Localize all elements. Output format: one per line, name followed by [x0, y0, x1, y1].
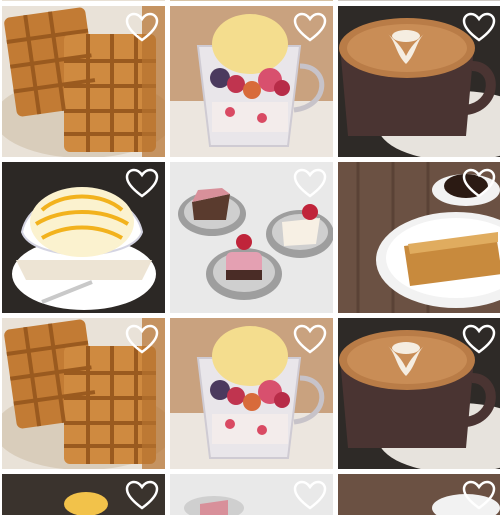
favorite-heart-icon[interactable]: [293, 324, 327, 355]
photo-tile-mini-cakes[interactable]: [170, 474, 333, 515]
photo-tile-ice-cream-parfait[interactable]: [170, 0, 333, 1]
photo-tile-waffles[interactable]: [2, 0, 165, 1]
favorite-heart-icon[interactable]: [125, 324, 159, 355]
photo-tile-latte-art[interactable]: [338, 6, 500, 157]
photo-tile-toast-plate[interactable]: [338, 162, 500, 313]
waffles-photo: [2, 0, 165, 1]
photo-tile-waffles[interactable]: [2, 6, 165, 157]
photo-grid: [2, 0, 500, 515]
photo-tile-ice-cream-parfait[interactable]: [170, 318, 333, 469]
photo-tile-ice-cream-parfait[interactable]: [170, 6, 333, 157]
photo-tile-toast-plate[interactable]: [338, 474, 500, 515]
favorite-heart-icon[interactable]: [125, 12, 159, 43]
favorite-heart-icon[interactable]: [125, 168, 159, 199]
favorite-heart-icon[interactable]: [462, 12, 496, 43]
photo-tile-latte-art[interactable]: [338, 0, 500, 1]
favorite-heart-icon[interactable]: [462, 480, 496, 511]
favorite-heart-icon[interactable]: [462, 168, 496, 199]
latte-photo: [338, 0, 500, 1]
parfait-photo: [170, 0, 333, 1]
photo-tile-mango-shaved-ice[interactable]: [2, 162, 165, 313]
photo-tile-mini-cakes[interactable]: [170, 162, 333, 313]
favorite-heart-icon[interactable]: [293, 12, 327, 43]
photo-tile-waffles[interactable]: [2, 474, 165, 515]
photo-tile-latte-art[interactable]: [338, 318, 500, 469]
favorite-heart-icon[interactable]: [293, 168, 327, 199]
favorite-heart-icon[interactable]: [462, 324, 496, 355]
favorite-heart-icon[interactable]: [125, 480, 159, 511]
photo-tile-waffles[interactable]: [2, 318, 165, 469]
favorite-heart-icon[interactable]: [293, 480, 327, 511]
